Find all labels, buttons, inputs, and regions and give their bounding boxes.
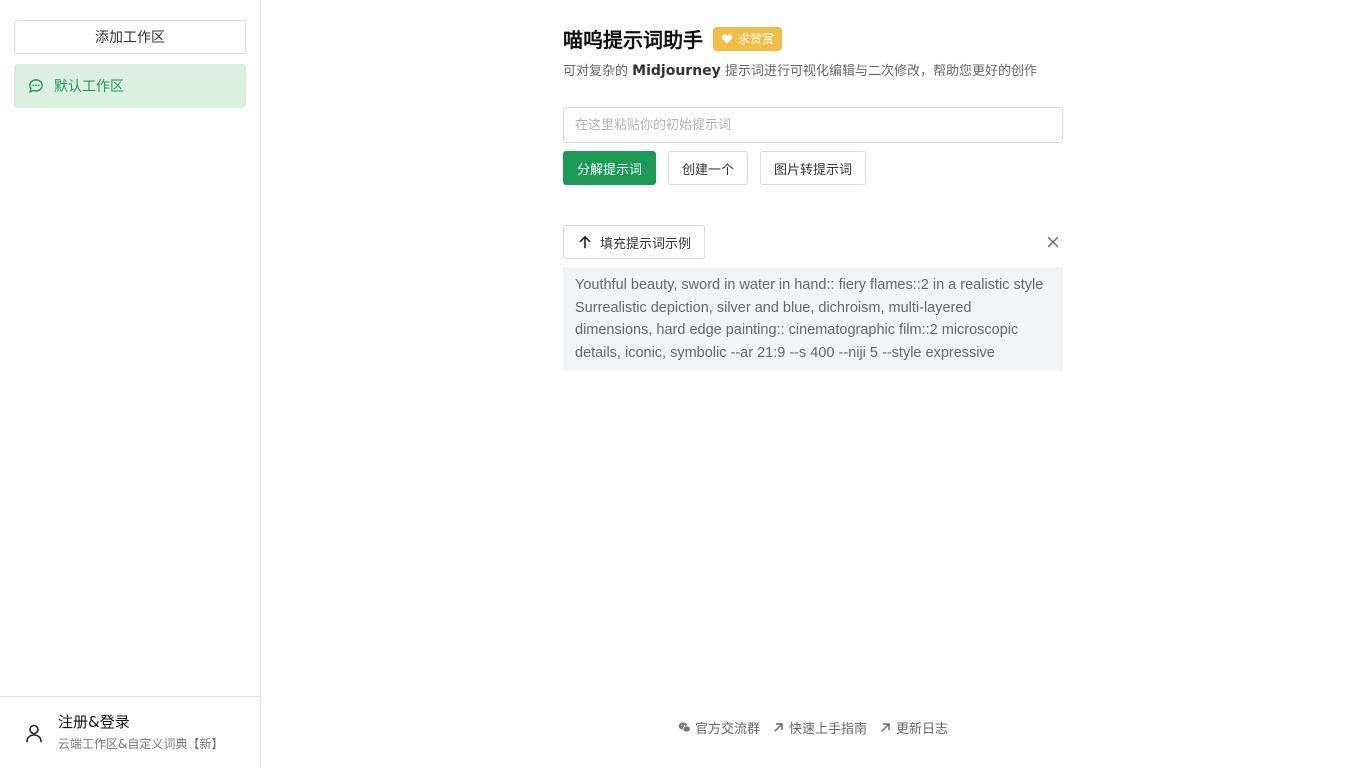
- example-prompt-text[interactable]: Youthful beauty, sword in water in hand:…: [563, 267, 1063, 371]
- subtitle-brand: Midjourney: [632, 63, 721, 79]
- workspace-item-label: 默认工作区: [54, 79, 124, 95]
- footer-link-changelog-label: 更新日志: [896, 722, 949, 737]
- heart-icon: [721, 33, 733, 45]
- page-subtitle: 可对复杂的 Midjourney 提示词进行可视化编辑与二次修改，帮助您更好的创…: [563, 60, 1037, 79]
- fill-example-button[interactable]: 填充提示词示例: [563, 225, 706, 259]
- donate-badge-label: 求赞赏: [738, 32, 775, 46]
- sidebar: 添加工作区 默认工作区 注册&登录 云端工作区&自定义词典【新】: [0, 0, 261, 768]
- account-title: 注册&登录: [58, 713, 130, 731]
- user-icon: [24, 723, 44, 743]
- external-arrow-icon: [879, 721, 892, 734]
- workspace-item-default[interactable]: 默认工作区: [14, 64, 246, 108]
- subtitle-before: 可对复杂的: [563, 64, 629, 79]
- footer-link-community-label: 官方交流群: [695, 722, 761, 737]
- chat-bubble-icon: [28, 78, 44, 94]
- footer-link-changelog[interactable]: 更新日志: [879, 718, 948, 737]
- account-subtitle: 云端工作区&自定义词典【新】: [58, 737, 224, 751]
- header: 喵呜提示词助手 求赞赏: [563, 24, 783, 53]
- arrow-up-icon: [578, 235, 592, 249]
- decompose-prompt-button[interactable]: 分解提示词: [563, 151, 657, 185]
- page-title: 喵呜提示词助手: [563, 28, 703, 52]
- account-login[interactable]: 注册&登录 云端工作区&自定义词典【新】: [0, 696, 260, 768]
- external-arrow-icon: [772, 721, 785, 734]
- footer-link-guide-label: 快速上手指南: [789, 722, 868, 737]
- donate-badge[interactable]: 求赞赏: [713, 26, 783, 51]
- subtitle-after: 提示词进行可视化编辑与二次修改，帮助您更好的创作: [724, 64, 1037, 79]
- fill-example-label: 填充提示词示例: [600, 236, 692, 252]
- app-root: 添加工作区 默认工作区 注册&登录 云端工作区&自定义词典【新】 喵呜提示词助手…: [0, 0, 1365, 768]
- action-buttons: 分解提示词 创建一个 图片转提示词: [563, 151, 878, 185]
- create-one-button[interactable]: 创建一个: [668, 151, 749, 185]
- footer-link-community[interactable]: 官方交流群: [678, 718, 760, 737]
- prompt-input[interactable]: [563, 107, 1063, 143]
- add-workspace-button[interactable]: 添加工作区: [14, 20, 246, 54]
- wechat-icon: [678, 721, 691, 734]
- account-text: 注册&登录 云端工作区&自定义词典【新】: [58, 712, 223, 753]
- footer-links: 官方交流群 快速上手指南 更新日志: [678, 718, 960, 737]
- close-icon[interactable]: [1045, 234, 1061, 250]
- footer-link-guide[interactable]: 快速上手指南: [772, 718, 867, 737]
- image-to-prompt-button[interactable]: 图片转提示词: [760, 151, 867, 185]
